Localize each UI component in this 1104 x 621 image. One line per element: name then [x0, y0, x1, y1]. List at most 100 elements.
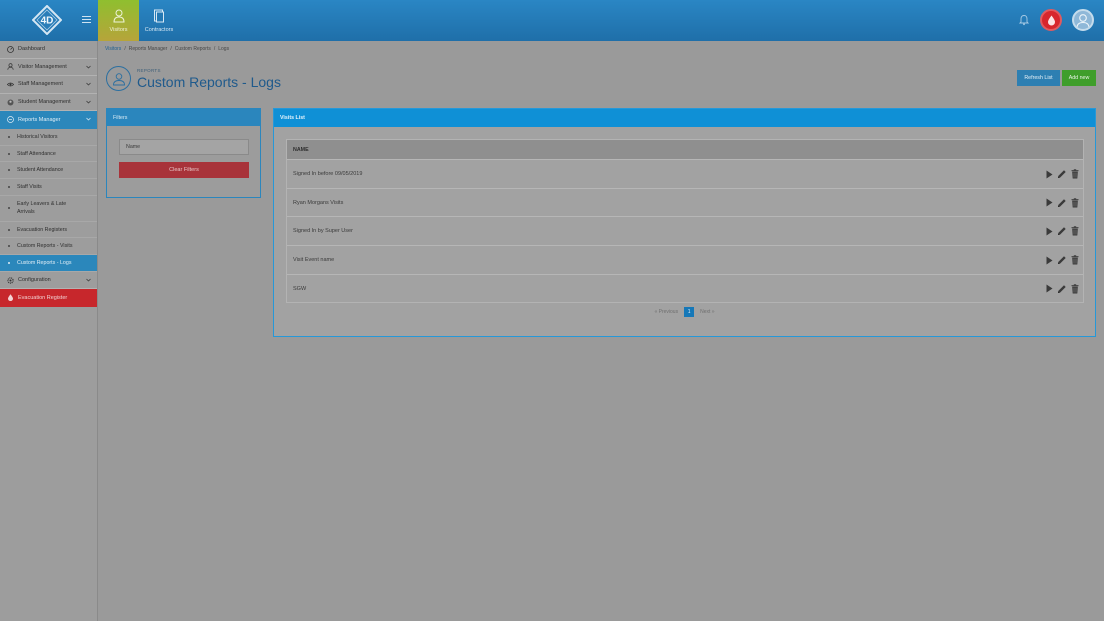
sidebar-item-label: Reports Manager	[18, 116, 61, 123]
sidebar-item-student-management[interactable]: Student Management	[0, 94, 97, 112]
sidebar-subitem-custom-reports-visits[interactable]: Custom Reports - Visits	[0, 238, 97, 256]
chevron-down-icon	[86, 100, 91, 104]
sidebar-item-configuration[interactable]: Configuration	[0, 272, 97, 290]
visits-list-panel: Visits List NAME Signed In before 09/05/…	[273, 108, 1096, 337]
reports-icon	[7, 116, 14, 124]
bullet-icon	[8, 245, 10, 248]
trash-icon[interactable]	[1071, 226, 1079, 236]
topnav-visitors[interactable]: Visitors	[98, 0, 139, 41]
table-row: Visit Event name	[287, 245, 1083, 274]
visits-list-title: Visits List	[274, 109, 1095, 127]
logo-icon[interactable]: 4D	[32, 5, 62, 35]
pagination: « Previous 1 Next »	[274, 307, 1095, 317]
pencil-icon[interactable]	[1057, 226, 1067, 236]
drop-icon	[8, 294, 13, 302]
bullet-icon	[8, 228, 10, 231]
sidebar-subitem-label: Student Attendance	[17, 167, 64, 174]
sidebar-subitem-student-attendance[interactable]: Student Attendance	[0, 162, 97, 180]
sidebar-subitem-early-leavers[interactable]: Early Leavers & Late Arrivals	[0, 196, 97, 222]
row-name: Ryan Morgans Visits	[293, 199, 344, 206]
trash-icon[interactable]	[1071, 284, 1079, 294]
sidebar-subitem-custom-reports-logs[interactable]: Custom Reports - Logs	[0, 255, 97, 272]
gear-icon	[7, 276, 14, 284]
sidebar-item-label: Evacuation Register	[18, 294, 68, 301]
sidebar-item-staff-management[interactable]: Staff Management	[0, 76, 97, 94]
table-row: SGW	[287, 273, 1083, 303]
bell-icon[interactable]	[1018, 14, 1030, 26]
filters-title: Filters	[107, 109, 260, 126]
pager-previous[interactable]: « Previous	[654, 309, 678, 315]
sidebar-item-label: Visitor Management	[18, 63, 67, 70]
play-icon[interactable]	[1046, 227, 1053, 236]
refresh-list-button[interactable]: Refresh List	[1017, 70, 1060, 86]
bullet-icon	[8, 185, 10, 188]
top-bar: 4D Visitors Contractors	[0, 0, 1104, 41]
topnav-contractors[interactable]: Contractors	[139, 0, 179, 41]
table-row: Ryan Morgans Visits	[287, 187, 1083, 217]
row-name: SGW	[293, 285, 307, 292]
play-icon[interactable]	[1046, 256, 1053, 265]
filters-panel: Filters Name Clear Filters	[106, 108, 261, 198]
play-icon[interactable]	[1046, 170, 1053, 179]
breadcrumb-separator: /	[124, 46, 126, 52]
breadcrumb-reports-manager[interactable]: Reports Manager	[129, 46, 168, 52]
topnav-label: Visitors	[109, 26, 128, 33]
bullet-icon	[8, 152, 10, 155]
sidebar-item-dashboard[interactable]: Dashboard	[0, 41, 97, 59]
play-icon[interactable]	[1046, 284, 1053, 293]
row-name: Visit Event name	[293, 256, 335, 263]
menu-toggle-icon[interactable]	[82, 16, 91, 24]
sidebar-item-label: Configuration	[18, 277, 51, 284]
chevron-down-icon	[86, 278, 91, 282]
person-icon	[112, 9, 125, 22]
row-actions	[1046, 226, 1079, 236]
document-icon	[154, 9, 164, 22]
bullet-icon	[8, 169, 10, 172]
sidebar-subitem-historical-visitors[interactable]: Historical Visitors	[0, 129, 97, 146]
pencil-icon[interactable]	[1057, 255, 1067, 265]
sidebar-item-reports-manager[interactable]: Reports Manager	[0, 111, 97, 129]
breadcrumb-visitors[interactable]: Visitors	[105, 46, 121, 52]
row-actions	[1046, 197, 1079, 208]
bullet-icon	[8, 261, 10, 264]
trash-icon[interactable]	[1071, 197, 1079, 208]
clear-filters-button[interactable]: Clear Filters	[119, 162, 249, 178]
sidebar-subitem-staff-visits[interactable]: Staff Visits	[0, 179, 97, 196]
person-icon	[112, 72, 125, 85]
trash-icon[interactable]	[1071, 255, 1079, 265]
chevron-down-icon	[86, 82, 91, 86]
name-filter-input[interactable]: Name	[119, 139, 249, 155]
add-new-button[interactable]: Add new	[1062, 70, 1096, 86]
evacuation-alert-button[interactable]	[1040, 9, 1062, 31]
sidebar-subitem-label: Custom Reports - Visits	[17, 243, 73, 250]
chevron-down-icon	[86, 118, 91, 121]
sidebar-subitem-staff-attendance[interactable]: Staff Attendance	[0, 146, 97, 163]
breadcrumb: Visitors / Reports Manager / Custom Repo…	[105, 46, 229, 52]
page-icon	[106, 66, 131, 91]
pencil-icon[interactable]	[1057, 169, 1067, 179]
sidebar-item-label: Student Management	[18, 99, 71, 106]
user-avatar-icon	[1076, 14, 1090, 28]
top-nav: Visitors Contractors	[98, 0, 179, 41]
avatar[interactable]	[1072, 9, 1094, 31]
sidebar-subitem-evacuation-registers[interactable]: Evacuation Registers	[0, 222, 97, 239]
top-right-actions	[1018, 9, 1094, 31]
pager-next[interactable]: Next »	[700, 309, 714, 315]
pencil-icon[interactable]	[1057, 198, 1067, 208]
breadcrumb-separator: /	[170, 46, 172, 52]
pencil-icon[interactable]	[1057, 284, 1067, 294]
sidebar-item-evacuation-register[interactable]: Evacuation Register	[0, 289, 97, 307]
trash-icon[interactable]	[1071, 169, 1079, 179]
sidebar-item-label: Staff Management	[18, 81, 63, 88]
pager-page-1[interactable]: 1	[684, 307, 695, 317]
eye-icon	[7, 82, 14, 87]
page-header: REPORTS Custom Reports - Logs	[106, 66, 281, 91]
column-header-name[interactable]: NAME	[287, 140, 1083, 159]
dashboard-icon	[7, 45, 14, 53]
sidebar-subitem-label: Early Leavers & Late Arrivals	[17, 201, 67, 216]
logo-text: 4D	[41, 16, 54, 27]
play-icon[interactable]	[1046, 198, 1053, 207]
breadcrumb-custom-reports[interactable]: Custom Reports	[175, 46, 211, 52]
breadcrumb-separator: /	[213, 46, 216, 52]
sidebar-item-visitor-management[interactable]: Visitor Management	[0, 59, 97, 77]
